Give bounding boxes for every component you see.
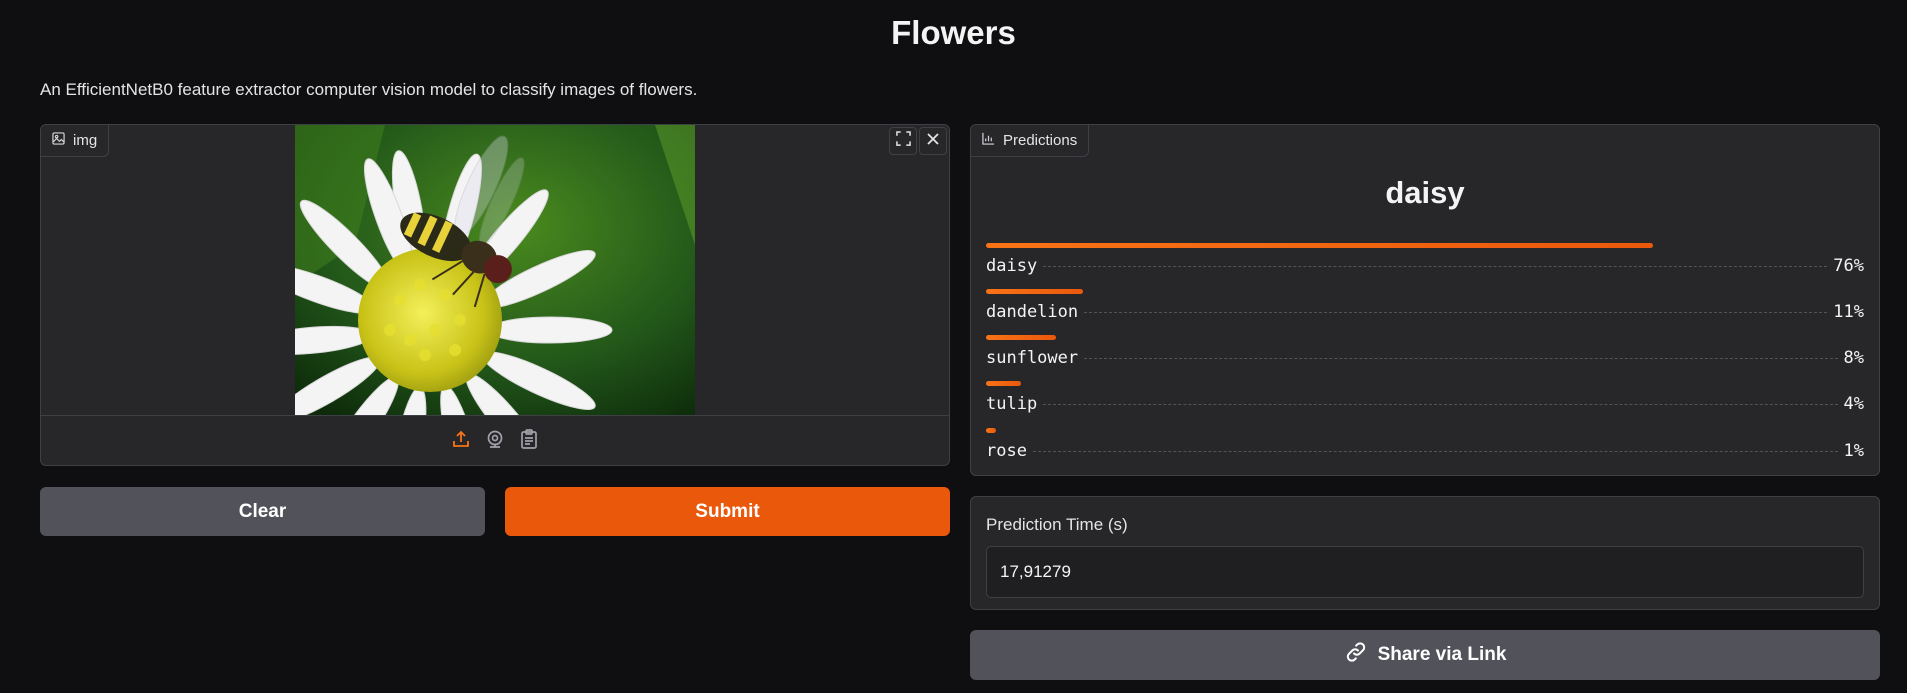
uploaded-image xyxy=(295,125,695,415)
image-input-label: img xyxy=(41,125,110,157)
prediction-row: rose 1% xyxy=(986,428,1864,468)
predictions-label-text: Predictions xyxy=(1003,132,1078,149)
prediction-class: sunflower xyxy=(986,348,1079,368)
predictions-panel: Predictions daisy daisy 76% dandelion 11… xyxy=(970,124,1880,476)
prediction-row: daisy 76% xyxy=(986,243,1864,283)
page-title: Flowers xyxy=(891,14,1016,51)
prediction-time-panel: Prediction Time (s) 17,91279 xyxy=(970,496,1880,610)
clear-button[interactable]: Clear xyxy=(40,487,485,536)
prediction-class: rose xyxy=(986,441,1027,461)
confidence-bar xyxy=(986,243,1653,248)
image-source-toolbar xyxy=(41,415,949,465)
fullscreen-button[interactable] xyxy=(889,127,917,155)
link-icon xyxy=(1344,640,1368,670)
prediction-time-label: Prediction Time (s) xyxy=(986,515,1128,534)
prediction-percent: 4% xyxy=(1843,394,1864,414)
dotted-leader xyxy=(1084,358,1838,359)
confidence-bar xyxy=(986,428,996,433)
confidence-bar xyxy=(986,381,1021,386)
prediction-class: dandelion xyxy=(986,302,1079,322)
prediction-class: tulip xyxy=(986,394,1038,414)
close-icon xyxy=(926,132,940,151)
dotted-leader xyxy=(1032,451,1838,452)
webcam-icon xyxy=(485,429,505,454)
top-prediction-label: daisy xyxy=(1385,175,1465,210)
prediction-row: sunflower 8% xyxy=(986,335,1864,375)
image-input-panel: img xyxy=(40,124,950,466)
predictions-label: Predictions xyxy=(971,125,1090,157)
prediction-row: dandelion 11% xyxy=(986,289,1864,329)
webcam-button[interactable] xyxy=(484,429,506,453)
dotted-leader xyxy=(1043,266,1828,267)
prediction-time-field[interactable]: 17,91279 xyxy=(986,546,1864,598)
prediction-percent: 11% xyxy=(1833,302,1864,322)
clipboard-button[interactable] xyxy=(518,428,540,454)
confidence-bar xyxy=(986,289,1083,294)
prediction-percent: 76% xyxy=(1833,256,1864,276)
upload-icon xyxy=(451,429,471,454)
fullscreen-icon xyxy=(895,131,911,151)
dotted-leader xyxy=(1043,404,1838,405)
prediction-class: daisy xyxy=(986,256,1038,276)
clear-image-button[interactable] xyxy=(919,127,947,155)
upload-button[interactable] xyxy=(450,429,472,453)
image-icon xyxy=(52,132,65,149)
confidence-bar xyxy=(986,335,1056,340)
share-button[interactable]: Share via Link xyxy=(970,630,1880,680)
prediction-percent: 8% xyxy=(1843,348,1864,368)
share-button-label: Share via Link xyxy=(1377,644,1507,665)
dotted-leader xyxy=(1084,312,1828,313)
prediction-percent: 1% xyxy=(1843,441,1864,461)
image-input-label-text: img xyxy=(73,132,98,149)
image-preview-area[interactable] xyxy=(41,125,949,415)
bar-chart-icon xyxy=(982,132,995,149)
page-description: An EfficientNetB0 feature extractor comp… xyxy=(40,80,698,99)
clipboard-icon xyxy=(520,428,538,454)
submit-button[interactable]: Submit xyxy=(505,487,950,536)
prediction-row: tulip 4% xyxy=(986,381,1864,421)
